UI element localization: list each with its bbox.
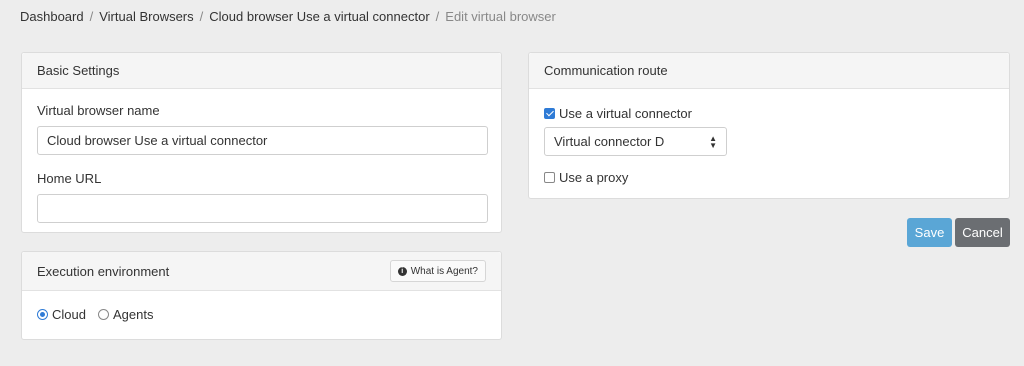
radio-button-cloud[interactable] <box>37 309 48 320</box>
breadcrumb-separator: / <box>89 9 94 24</box>
breadcrumb-separator: / <box>435 9 440 24</box>
use-proxy-checkbox[interactable] <box>544 172 555 183</box>
radio-cloud-label: Cloud <box>52 307 86 322</box>
radio-cloud[interactable]: Cloud <box>37 307 86 322</box>
home-url-input[interactable] <box>37 194 488 223</box>
basic-settings-header: Basic Settings <box>22 53 501 89</box>
what-is-agent-label: What is Agent? <box>410 265 478 277</box>
select-updown-icon: ▲ ▼ <box>709 133 717 150</box>
basic-settings-title: Basic Settings <box>37 63 120 78</box>
breadcrumb: Dashboard / Virtual Browsers / Cloud browser… <box>20 9 556 24</box>
communication-route-title: Communication route <box>544 63 668 78</box>
communication-route-panel: Communication route Use a virtual connec… <box>528 52 1010 199</box>
execution-environment-title: Execution environment <box>37 263 170 279</box>
basic-settings-panel: Basic Settings Virtual browser name Home… <box>21 52 502 233</box>
use-virtual-connector-label: Use a virtual connector <box>559 106 692 121</box>
breadcrumb-browser[interactable]: Cloud browser Use a virtual connector <box>209 9 429 24</box>
use-proxy-option[interactable]: Use a proxy <box>544 170 994 185</box>
radio-agents[interactable]: Agents <box>97 307 154 322</box>
use-virtual-connector-option[interactable]: Use a virtual connector <box>544 106 994 121</box>
breadcrumb-dashboard[interactable]: Dashboard <box>20 9 84 24</box>
cancel-button[interactable]: Cancel <box>955 218 1010 247</box>
radio-agents-label: Agents <box>112 307 154 322</box>
radio-button-agents[interactable] <box>97 309 109 320</box>
what-is-agent-button[interactable]: i What is Agent? <box>389 260 486 282</box>
execution-environment-header: Execution environment i What is Agent? <box>22 252 501 291</box>
use-proxy-label: Use a proxy <box>559 170 629 185</box>
browser-name-label: Virtual browser name <box>37 103 160 118</box>
info-icon: i <box>397 266 407 276</box>
use-virtual-connector-checkbox[interactable] <box>544 108 555 119</box>
virtual-connector-select[interactable]: Virtual connector D ▲ ▼ <box>544 127 727 156</box>
save-button[interactable]: Save <box>907 218 952 247</box>
breadcrumb-virtual-browsers[interactable]: Virtual Browsers <box>99 9 193 24</box>
communication-route-header: Communication route <box>529 53 1009 89</box>
breadcrumb-current: Edit virtual browser <box>445 9 556 24</box>
execution-environment-panel: Execution environment i What is Agent? C… <box>21 251 502 340</box>
home-url-label: Home URL <box>37 171 102 186</box>
virtual-connector-selected: Virtual connector D <box>554 134 665 149</box>
browser-name-input[interactable] <box>37 126 488 155</box>
breadcrumb-separator: / <box>199 9 204 24</box>
